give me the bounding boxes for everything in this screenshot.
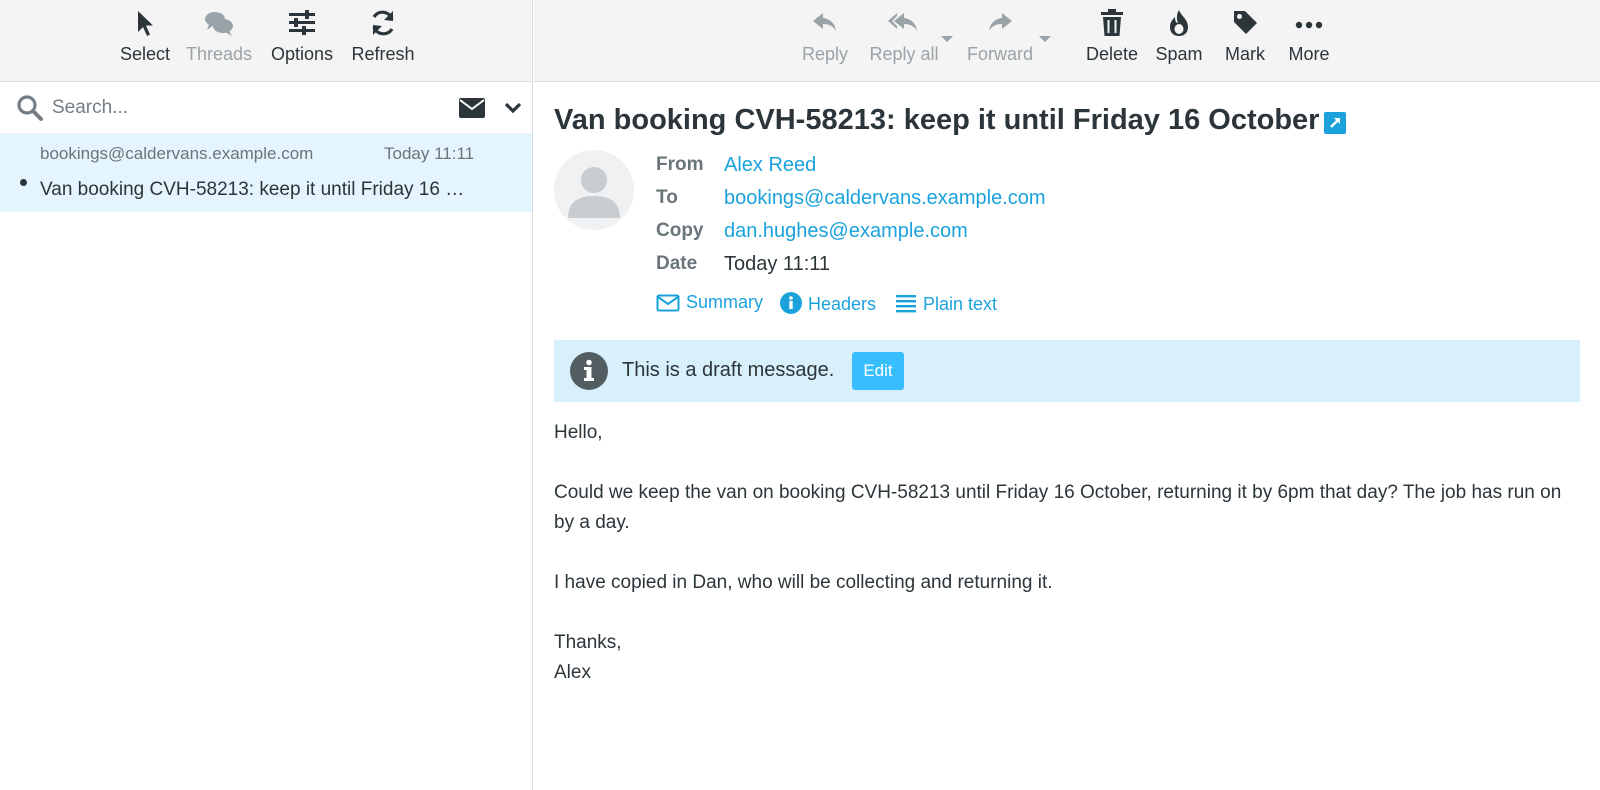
message-body: Hello, Could we keep the van on booking … (554, 418, 1584, 688)
body-signature: Alex (554, 662, 591, 683)
headers-link[interactable]: Headers (780, 292, 876, 315)
to-value[interactable]: bookings@caldervans.example.com (724, 187, 1046, 210)
ellipsis-icon (1284, 8, 1334, 42)
message-subject-title: Van booking CVH-58213: keep it until Fri… (554, 104, 1320, 136)
reply-label: Reply (801, 44, 849, 64)
select-button[interactable]: Select (114, 8, 176, 74)
envelope-icon[interactable] (458, 97, 486, 124)
refresh-button[interactable]: Refresh (350, 8, 416, 74)
message-list-panel: Select Threads Options Refresh Search...… (0, 0, 533, 790)
options-label: Options (270, 44, 334, 64)
message-sender: bookings@caldervans.example.com (40, 144, 314, 163)
search-input[interactable] (52, 93, 432, 123)
select-label: Select (119, 44, 171, 64)
forward-label: Forward (966, 44, 1033, 64)
message-view-panel: Reply Reply all Forward Delete Spam Mark… (534, 0, 1600, 790)
fire-icon (1152, 8, 1206, 42)
chevron-down-icon[interactable] (504, 101, 522, 120)
plain-text-link[interactable]: Plain text (895, 292, 997, 315)
summary-label: Summary (686, 292, 764, 312)
reply-button[interactable]: Reply (798, 8, 852, 74)
external-link-icon[interactable] (1324, 112, 1346, 139)
mark-label: Mark (1225, 44, 1265, 64)
more-label: More (1288, 44, 1330, 64)
plain-text-label: Plain text (923, 294, 998, 314)
list-toolbar: Select Threads Options Refresh (0, 0, 532, 82)
forward-button[interactable]: Forward (966, 8, 1034, 74)
to-label: To (656, 187, 678, 208)
unread-dot-icon (20, 179, 27, 186)
body-greeting: Hello, (554, 422, 603, 443)
search-bar (0, 82, 532, 134)
date-label: Date (656, 253, 698, 274)
from-value[interactable]: Alex Reed (724, 154, 816, 177)
delete-label: Delete (1085, 44, 1139, 64)
from-label: From (656, 154, 704, 175)
threads-label: Threads (185, 44, 253, 64)
options-button[interactable]: Options (268, 8, 336, 74)
sliders-icon (268, 8, 336, 42)
search-icon[interactable] (16, 94, 44, 127)
body-paragraph: Could we keep the van on booking CVH-582… (554, 482, 1562, 533)
avatar (554, 150, 634, 230)
message-toolbar: Reply Reply all Forward Delete Spam Mark… (534, 0, 1600, 82)
edit-draft-button[interactable]: Edit (852, 352, 904, 390)
message-subject: Van booking CVH-58213: keep it until Fri… (40, 179, 465, 200)
message-list-item[interactable]: bookings@caldervans.example.com Today 11… (0, 134, 532, 212)
forward-dropdown-icon[interactable] (1039, 36, 1051, 42)
threads-icon (184, 8, 254, 42)
info-icon (570, 352, 608, 395)
delete-button[interactable]: Delete (1084, 8, 1140, 74)
message-date: Today 11:11 (384, 144, 475, 163)
trash-icon (1084, 8, 1140, 42)
reply-all-label: Reply all (869, 44, 939, 64)
reply-all-icon (864, 8, 944, 42)
copy-value[interactable]: dan.hughes@example.com (724, 220, 968, 243)
reply-all-dropdown-icon[interactable] (941, 36, 953, 42)
mark-button[interactable]: Mark (1220, 8, 1270, 74)
reply-all-button[interactable]: Reply all (864, 8, 944, 74)
forward-icon (966, 8, 1034, 42)
date-value: Today 11:11 (724, 253, 831, 275)
copy-label: Copy (656, 220, 704, 241)
refresh-label: Refresh (351, 44, 415, 64)
reply-icon (798, 8, 852, 42)
more-button[interactable]: More (1284, 8, 1334, 74)
cursor-icon (114, 8, 176, 42)
draft-notice: This is a draft message. Edit (554, 340, 1580, 402)
body-paragraph: I have copied in Dan, who will be collec… (554, 572, 1053, 593)
summary-link[interactable]: Summary (656, 292, 763, 313)
draft-notice-text: This is a draft message. (622, 359, 835, 381)
headers-label: Headers (808, 294, 877, 314)
refresh-icon (350, 8, 416, 42)
spam-button[interactable]: Spam (1152, 8, 1206, 74)
envelope-outline-icon (656, 292, 686, 312)
lines-icon (895, 294, 923, 314)
spam-label: Spam (1155, 44, 1203, 64)
tag-icon (1220, 8, 1270, 42)
body-signoff: Thanks, (554, 632, 622, 653)
threads-button[interactable]: Threads (184, 8, 254, 74)
info-icon (780, 292, 808, 314)
